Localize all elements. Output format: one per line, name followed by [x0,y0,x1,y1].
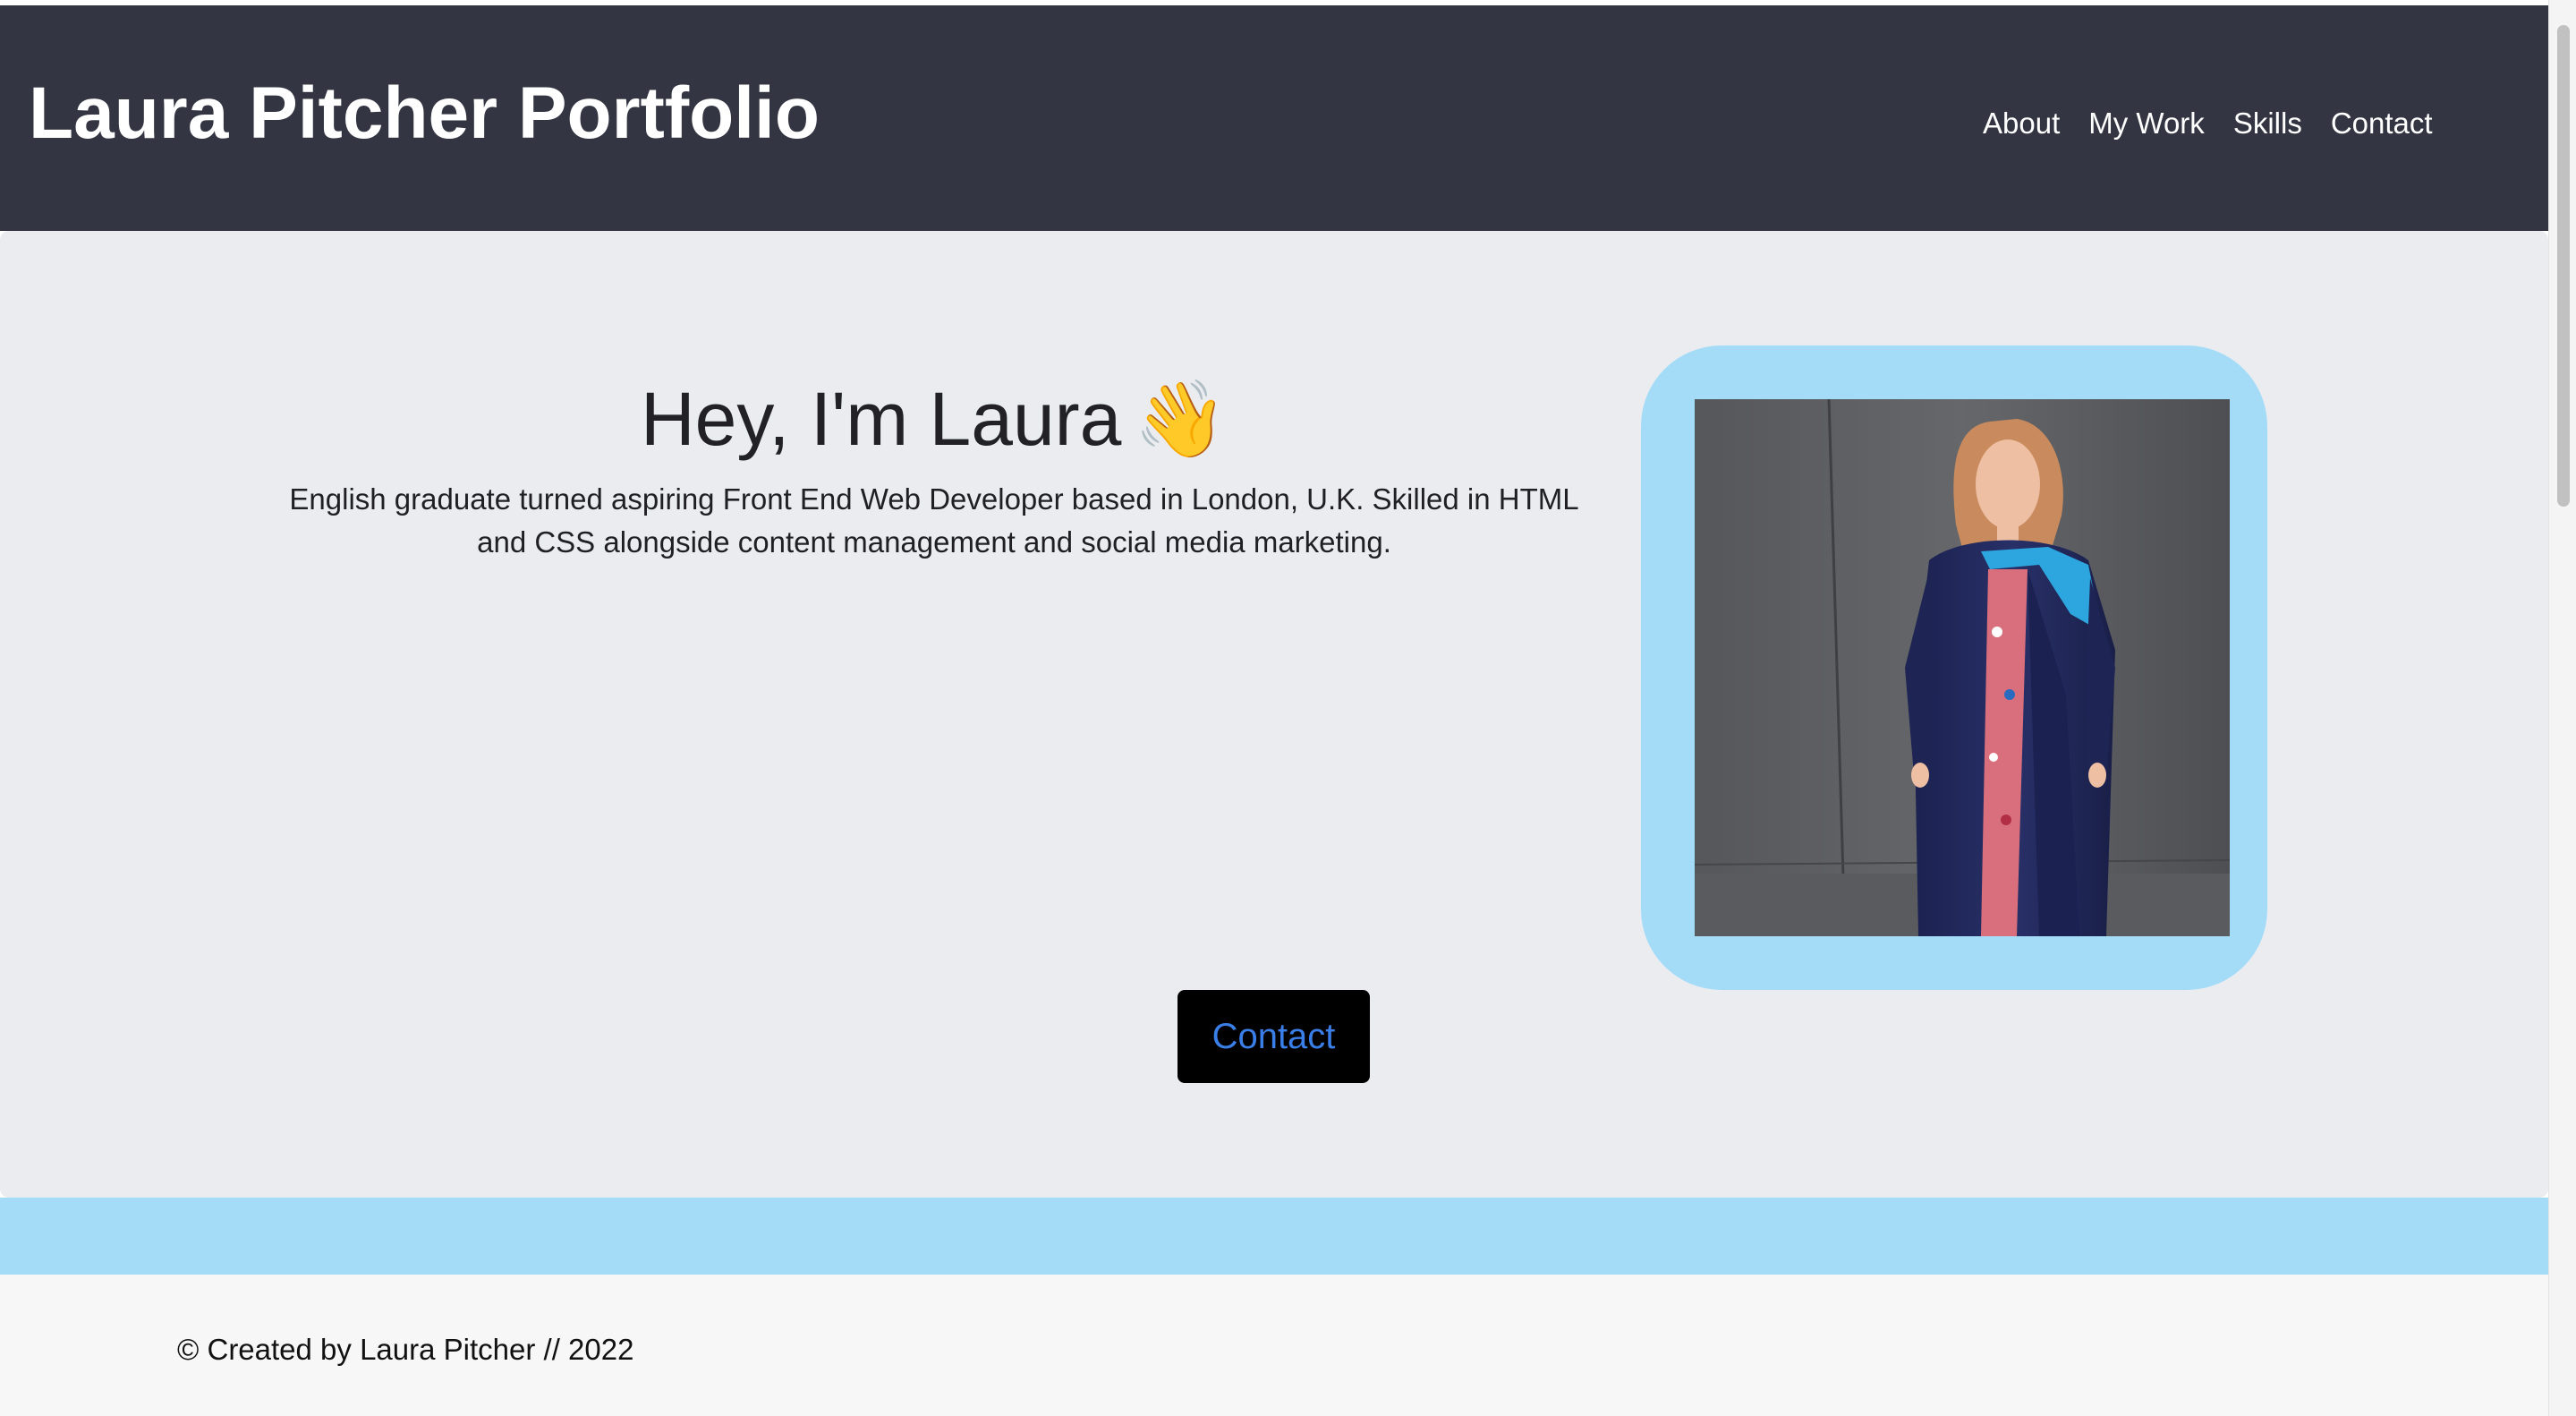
nav-link-skills[interactable]: Skills [2233,107,2302,140]
site-title: Laura Pitcher Portfolio [29,73,820,154]
nav-item-contact: Contact [2331,102,2433,145]
accent-band [0,1198,2548,1275]
nav-link-about[interactable]: About [1983,107,2060,140]
nav-item-about: About [1983,102,2060,145]
photo-frame [1641,345,2267,990]
page-scrollbar[interactable] [2548,0,2576,1416]
nav-link-contact[interactable]: Contact [2331,107,2433,140]
hero-heading-text: Hey, I'm Laura [641,377,1122,461]
hero-heading: Hey, I'm Laura 👋 [268,374,1600,465]
graduate-photo-illustration [1695,399,2230,936]
nav-link-my-work[interactable]: My Work [2088,107,2205,140]
nav-item-my-work: My Work [2088,102,2205,145]
scrollbar-thumb[interactable] [2557,25,2570,507]
site-footer: © Created by Laura Pitcher // 2022 [0,1275,2548,1416]
contact-button[interactable]: Contact [1177,990,1370,1083]
footer-copyright: © Created by Laura Pitcher // 2022 [177,1333,634,1366]
waving-hand-icon: 👋 [1134,377,1228,461]
hero-section: Hey, I'm Laura 👋 English graduate turned … [0,231,2548,1198]
hero-intro: English graduate turned aspiring Front E… [289,482,1579,559]
graduate-photo [1695,399,2230,936]
nav-list: About My Work Skills Contact [1983,102,2433,145]
site-header: Laura Pitcher Portfolio About My Work Sk… [0,5,2548,231]
portfolio-page: Laura Pitcher Portfolio About My Work Sk… [0,0,2548,1416]
nav-item-skills: Skills [2233,102,2302,145]
